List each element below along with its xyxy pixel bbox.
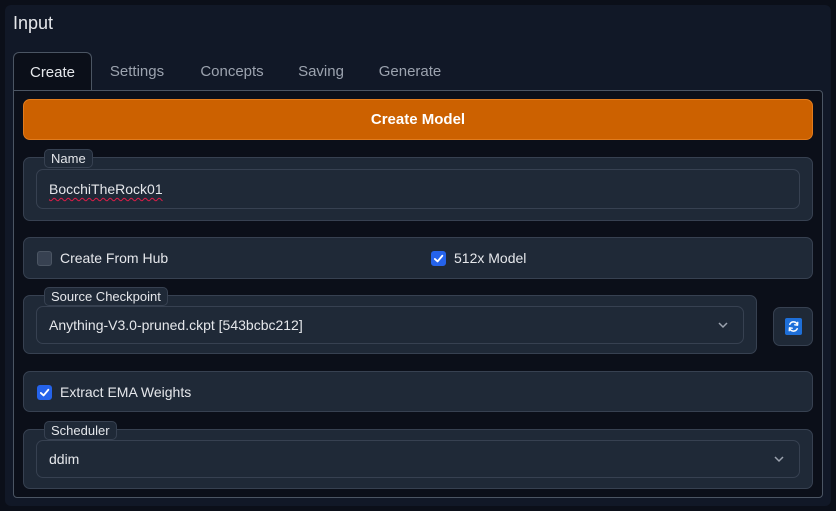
checkmark-icon [39,388,50,397]
name-field[interactable]: BocchiTheRock01 [36,169,800,209]
refresh-icon [784,318,802,335]
refresh-button[interactable] [773,307,813,346]
source-checkpoint-value: Anything-V3.0-pruned.ckpt [543bcbc212] [49,317,303,333]
create-model-button[interactable]: Create Model [23,99,813,140]
scheduler-label: Scheduler [44,421,117,440]
create-from-hub-label: Create From Hub [60,250,169,266]
scheduler-select[interactable]: ddim [36,440,800,478]
name-value: BocchiTheRock01 [49,181,163,197]
source-checkpoint-select[interactable]: Anything-V3.0-pruned.ckpt [543bcbc212] [36,306,744,344]
model-512-checkbox[interactable] [431,251,446,266]
tab-concepts[interactable]: Concepts [191,52,273,91]
chevron-down-icon [774,456,784,463]
create-from-hub-checkbox[interactable] [37,251,52,266]
model-512-label: 512x Model [454,250,527,266]
name-label: Name [44,149,93,168]
chevron-down-icon [718,322,728,329]
tab-create[interactable]: Create [13,52,92,92]
extract-ema-checkbox[interactable] [37,385,52,400]
tab-generate[interactable]: Generate [369,52,451,91]
section-title: Input [13,13,54,33]
extract-ema-label: Extract EMA Weights [60,384,192,400]
tab-settings[interactable]: Settings [97,52,177,91]
source-checkpoint-label: Source Checkpoint [44,287,168,306]
tab-saving[interactable]: Saving [289,52,353,91]
checkmark-icon [433,254,444,263]
scheduler-value: ddim [49,451,80,467]
